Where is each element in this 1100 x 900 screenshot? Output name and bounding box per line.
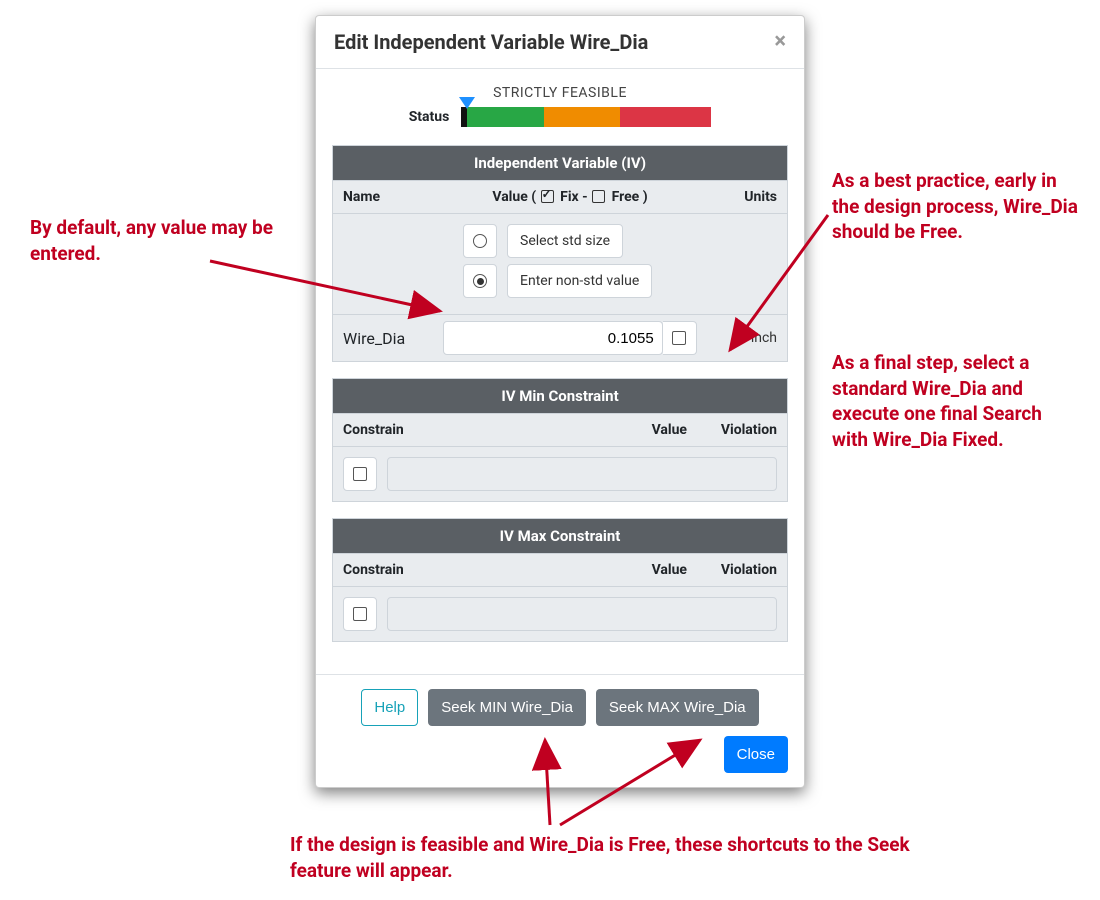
col-value-free: Free )	[608, 189, 648, 205]
annotation-right-2: As a final step, select a standard Wire_…	[832, 350, 1082, 453]
col-name: Name	[333, 181, 443, 213]
modal-footer: Help Seek MIN Wire_Dia Seek MAX Wire_Dia…	[316, 674, 804, 787]
help-button[interactable]: Help	[361, 689, 418, 726]
annotation-left: By default, any value may be entered.	[30, 215, 290, 266]
min-columns: Constrain Value Violation	[333, 413, 787, 447]
annotation-bottom: If the design is feasible and Wire_Dia i…	[290, 832, 950, 883]
annotation-right-1: As a best practice, early in the design …	[832, 168, 1082, 245]
max-constraint-section: IV Max Constraint Constrain Value Violat…	[332, 518, 788, 642]
close-button[interactable]: Close	[724, 736, 788, 773]
max-constrain-checkbox[interactable]	[343, 597, 377, 631]
status-bar	[461, 107, 711, 127]
max-constraint-body	[333, 587, 787, 641]
status-label: Status	[409, 109, 450, 125]
seek-max-button[interactable]: Seek MAX Wire_Dia	[596, 689, 759, 726]
edit-iv-modal: Edit Independent Variable Wire_Dia × STR…	[315, 15, 805, 788]
min-constraint-section: IV Min Constraint Constrain Value Violat…	[332, 378, 788, 502]
radio-nonstd-value[interactable]: Enter non-std value	[463, 264, 777, 298]
checkbox-icon	[353, 607, 367, 621]
radio-checked-icon	[477, 278, 484, 285]
min-constraint-body	[333, 447, 787, 501]
enter-nonstd-button[interactable]: Enter non-std value	[507, 264, 652, 298]
radio-nonstd-control[interactable]	[463, 264, 497, 298]
radio-std-size[interactable]: Select std size	[463, 224, 777, 258]
radio-std-control[interactable]	[463, 224, 497, 258]
col-value-fix: Fix -	[557, 189, 591, 205]
iv-section: Independent Variable (IV) Name Value ( F…	[332, 145, 788, 362]
col-value: Value	[463, 414, 697, 446]
free-glyph-icon	[592, 190, 605, 203]
col-value: Value	[463, 554, 697, 586]
wire-dia-input[interactable]	[443, 321, 663, 355]
status-marker-icon	[459, 97, 475, 109]
max-value-input[interactable]	[387, 597, 777, 631]
checkbox-icon	[672, 331, 686, 345]
min-constraint-header: IV Min Constraint	[333, 379, 787, 413]
status-seg-orange	[544, 107, 620, 127]
modal-header: Edit Independent Variable Wire_Dia ×	[316, 16, 804, 69]
iv-name: Wire_Dia	[333, 321, 443, 356]
col-value: Value ( Fix - Free )	[443, 181, 697, 213]
col-units: Units	[697, 181, 787, 213]
radio-icon	[473, 274, 487, 288]
iv-data-row: Wire_Dia inch	[333, 314, 787, 361]
status-row: Status	[332, 107, 788, 127]
col-constrain: Constrain	[333, 414, 463, 446]
select-std-size-button[interactable]: Select std size	[507, 224, 623, 258]
seek-min-button[interactable]: Seek MIN Wire_Dia	[428, 689, 586, 726]
checkbox-icon	[353, 467, 367, 481]
col-constrain: Constrain	[333, 554, 463, 586]
min-value-input[interactable]	[387, 457, 777, 491]
status-seg-green	[467, 107, 543, 127]
max-constraint-header: IV Max Constraint	[333, 519, 787, 553]
footer-row: Help Seek MIN Wire_Dia Seek MAX Wire_Dia	[332, 689, 788, 726]
fix-glyph-icon	[541, 190, 554, 203]
radio-icon	[473, 234, 487, 248]
iv-units: inch	[697, 322, 787, 354]
col-violation: Violation	[697, 414, 787, 446]
modal-body: STRICTLY FEASIBLE Status Independent Var…	[316, 69, 804, 674]
col-value-prefix: Value (	[492, 189, 539, 205]
status-seg-red	[620, 107, 712, 127]
close-icon[interactable]: ×	[774, 31, 786, 53]
col-violation: Violation	[697, 554, 787, 586]
max-columns: Constrain Value Violation	[333, 553, 787, 587]
feasibility-status-text: STRICTLY FEASIBLE	[332, 85, 788, 101]
min-constrain-checkbox[interactable]	[343, 457, 377, 491]
size-mode-group: Select std size Enter non-std value	[333, 214, 787, 314]
iv-section-header: Independent Variable (IV)	[333, 146, 787, 180]
iv-columns: Name Value ( Fix - Free ) Units	[333, 180, 787, 214]
fix-checkbox[interactable]	[663, 321, 697, 355]
modal-title: Edit Independent Variable Wire_Dia	[334, 30, 648, 54]
